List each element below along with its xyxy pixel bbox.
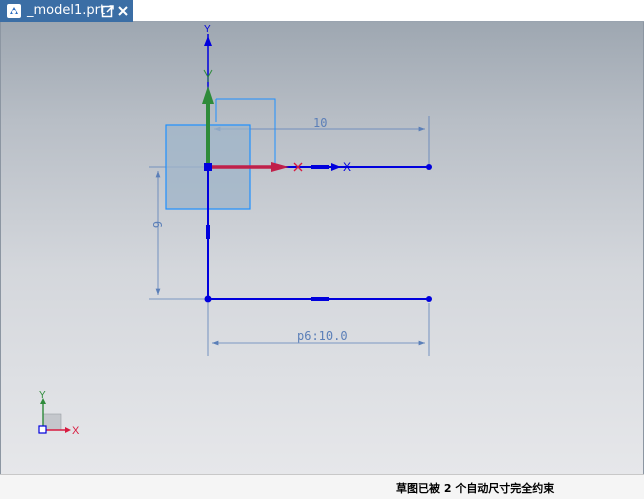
status-message: 草图已被 2 个自动尺寸完全约束 xyxy=(396,482,555,495)
sketch-point[interactable] xyxy=(204,295,212,303)
nx-part-file-icon xyxy=(7,4,21,18)
dimension-horizontal-top-value[interactable]: 10 xyxy=(313,116,327,130)
graphics-window[interactable]: Y X 6 10 p6:10.0 Y X xyxy=(0,22,644,474)
sketch-point[interactable] xyxy=(426,296,432,302)
view-triad: Y X xyxy=(38,390,80,437)
dimension-horizontal-bottom[interactable]: p6:10.0 xyxy=(207,303,430,356)
triad-axis-y-label: Y xyxy=(39,390,46,401)
triad-axis-x-label: X xyxy=(72,425,80,437)
origin-point[interactable] xyxy=(204,163,212,171)
status-bar: 草图已被 2 个自动尺寸完全约束 xyxy=(0,474,644,499)
tab-title: _model1.prt xyxy=(27,3,106,18)
document-tab-bar: _model1.prt xyxy=(0,0,644,22)
dimension-horizontal-bottom-value[interactable]: p6:10.0 xyxy=(297,329,348,343)
sketch-canvas[interactable]: Y X 6 10 p6:10.0 Y X xyxy=(1,22,644,474)
dimension-vertical-value[interactable]: 6 xyxy=(150,221,164,228)
close-icon[interactable] xyxy=(116,4,130,18)
popout-window-icon[interactable] xyxy=(101,4,114,18)
sketch-axis-y-label: Y xyxy=(204,24,211,35)
tab-model1[interactable]: _model1.prt xyxy=(0,0,133,22)
sketch-point[interactable] xyxy=(426,164,432,170)
